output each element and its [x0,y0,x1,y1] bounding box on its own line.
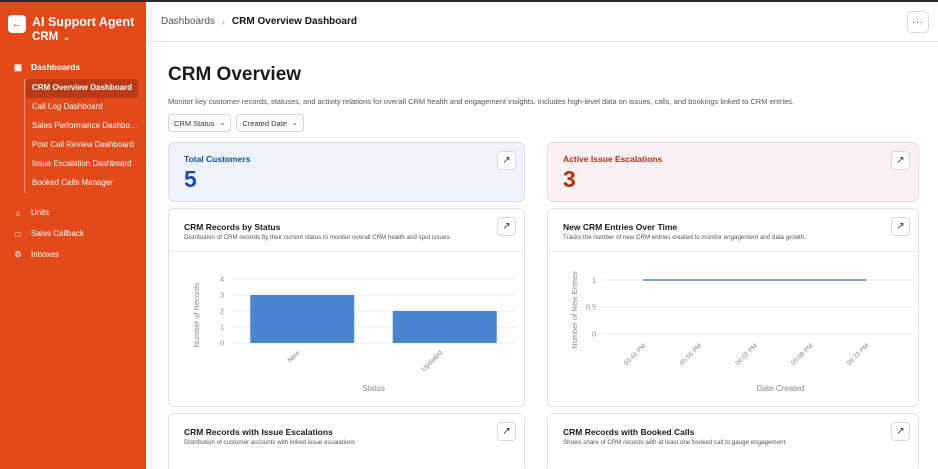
created-date-filter[interactable]: Created Date ⌄ [236,114,304,132]
crm-records-by-status-card: CRM Records by Status Distribution of CR… [168,208,525,407]
sidebar-item-label: Dashboards [31,62,81,72]
filter-label: Created Date [242,118,287,128]
sidebar-nav: ▦ Dashboards CRM Overview Dashboard Call… [0,58,146,265]
y-tick-label: 0 [220,341,224,348]
y-tick-label: 4 [220,277,224,284]
sidebar-item-inboxes[interactable]: ⚙ Inboxes [0,244,146,265]
sidebar-item-sales-callback[interactable]: □ Sales Callback [0,223,146,244]
x-tick-label: 09:08 PM [790,342,815,367]
y-axis-label: Number of New Entries [570,271,579,349]
chevron-down-icon: ⌄ [291,120,298,127]
more-options-button[interactable]: ··· [907,11,929,33]
stat-value: 5 [184,166,197,192]
sidebar-item-label: Units [31,208,50,217]
card-subtitle: Shows share of CRM records with at least… [563,439,787,446]
external-link-icon[interactable]: ↗ [497,151,516,170]
x-axis-label: Status [362,384,385,393]
card-subtitle: Tracks the number of new CRM entries cre… [563,234,806,241]
crm-status-filter[interactable]: CRM Status ⌄ [168,114,232,132]
dashboard-icon: ▦ [13,61,23,72]
y-axis-label: Number of Records [192,282,201,347]
chevron-down-icon: ⌄ [219,120,226,127]
y-tick-label: 2 [220,309,224,316]
x-tick-label: New [287,349,303,365]
stat-label: Total Customers [184,154,251,164]
x-tick-label: 03:41 PM [623,342,648,367]
y-tick-label: 1 [220,325,224,332]
chevron-down-icon: ⌄ [63,33,70,42]
sidebar-item-label: Sales Callback [31,229,84,238]
bar [250,295,355,343]
card-title: CRM Records by Status [184,222,281,232]
status-bar-chart: 0 1 2 3 4 New Updated Status Number of Records [192,277,516,393]
x-axis-label: Date Created [757,384,805,393]
sidebar-item-sales-performance-dashboard[interactable]: Sales Performance Dashboard [26,117,138,136]
x-tick-label: Updated [420,349,444,373]
external-link-icon[interactable]: ↗ [891,151,910,170]
arrow-left-icon[interactable]: ← [8,15,26,33]
card-subtitle: Distribution of CRM records by their cur… [184,234,452,241]
issue-escalations-card: CRM Records with Issue Escalations Distr… [168,413,525,469]
entries-line-chart: 0 0.5 1 03:41 PM 05:55 PM 06:02 PM 09:08 PM 09:… [570,271,914,393]
external-link-icon[interactable]: ↗ [891,422,910,441]
page-description: Monitor key customer records, statuses, … [168,97,795,106]
sidebar-item-dashboards[interactable]: ▦ Dashboards [0,58,146,76]
folder-icon: □ [15,228,21,239]
top-header: Dashboards › CRM Overview Dashboard ··· [146,2,938,42]
sidebar-item-issue-escalation-dashboard[interactable]: Issue Escalation Dashboard [26,155,138,174]
x-tick-label: 09:33 PM [846,342,871,367]
sidebar-item-crm-overview-dashboard[interactable]: CRM Overview Dashboard [26,79,138,98]
breadcrumb-dashboards[interactable]: Dashboards [161,16,215,27]
sidebar-item-booked-calls-manager[interactable]: Booked Calls Manager [26,174,138,193]
gear-icon: ⚙ [14,249,22,259]
x-tick-label: 06:02 PM [734,342,759,367]
sidebar-item-units[interactable]: ⌂ Units [0,202,146,223]
y-tick-label: 0 [592,332,596,339]
workspace-switcher[interactable]: CRM ⌄ [32,30,134,45]
stat-label: Active Issue Escalations [563,154,663,164]
workspace-name: CRM [32,31,59,43]
brand: ← AI Support Agent CRM ⌄ [8,14,134,45]
sidebar-item-label: Inboxes [31,250,60,259]
card-title: CRM Records with Issue Escalations [184,427,333,437]
main-content: CRM Overview Monitor key customer record… [146,43,938,469]
breadcrumb-current: CRM Overview Dashboard [231,16,357,27]
sidebar-item-call-log-dashboard[interactable]: Call Log Dashboard [26,98,138,117]
external-link-icon[interactable]: ↗ [891,217,910,236]
card-title: New CRM Entries Over Time [563,222,678,232]
y-tick-label: 3 [220,293,224,300]
chevron-right-icon: › [221,16,225,27]
new-crm-entries-card: New CRM Entries Over Time Tracks the num… [547,208,919,407]
x-tick-label: 05:55 PM [679,342,704,367]
active-issue-escalations-card: Active Issue Escalations 3 ↗ [547,142,919,202]
page-title: CRM Overview [168,64,302,85]
bar [392,311,497,343]
external-link-icon[interactable]: ↗ [497,422,516,441]
booked-calls-card: CRM Records with Booked Calls Shows shar… [547,413,919,469]
sidebar-item-post-call-review-dashboard[interactable]: Post Call Review Dashboard [26,136,138,155]
card-title: CRM Records with Booked Calls [563,427,695,437]
y-tick-label: 1 [592,278,596,285]
breadcrumb: Dashboards › CRM Overview Dashboard [161,16,357,27]
y-tick-label: 0.5 [586,305,596,312]
card-subtitle: Distribution of customer accounts with l… [184,439,355,446]
dashboards-submenu: CRM Overview Dashboard Call Log Dashboar… [24,79,146,193]
total-customers-card: Total Customers 5 ↗ [168,142,525,202]
external-link-icon[interactable]: ↗ [497,217,516,236]
home-icon: ⌂ [15,207,21,218]
filter-label: CRM Status [174,118,215,128]
stat-value: 3 [563,166,576,192]
sidebar: ← AI Support Agent CRM ⌄ ▦ Dashboards CR… [0,2,146,469]
app-title: AI Support Agent [32,15,135,29]
filter-bar: CRM Status ⌄ Created Date ⌄ [168,114,309,132]
